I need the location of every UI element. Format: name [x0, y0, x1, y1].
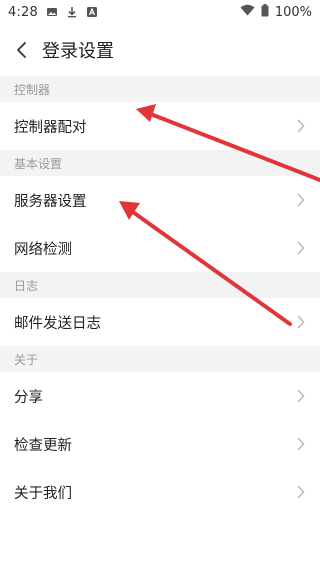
list-item-server-settings[interactable]: 服务器设置	[0, 176, 320, 224]
chevron-right-icon	[296, 437, 306, 451]
list-item-label: 邮件发送日志	[14, 315, 101, 332]
status-bar: 4:28 100%	[0, 0, 320, 24]
chevron-right-icon	[296, 241, 306, 255]
list-item-label: 分享	[14, 389, 43, 406]
list-item-check-update[interactable]: 检查更新	[0, 420, 320, 468]
list-item-label: 关于我们	[14, 485, 72, 502]
section-header-log: 日志	[0, 272, 320, 298]
wifi-icon	[240, 4, 255, 20]
list-item-controller-pairing[interactable]: 控制器配对	[0, 102, 320, 150]
settings-list: 控制器 控制器配对 基本设置 服务器设置 网络检测 日志 邮件发送日志 关于 分…	[0, 76, 320, 516]
page-title: 登录设置	[42, 41, 114, 62]
list-item-about-us[interactable]: 关于我们	[0, 468, 320, 516]
list-item-share[interactable]: 分享	[0, 372, 320, 420]
section-header-about: 关于	[0, 346, 320, 372]
download-icon	[66, 6, 78, 18]
section-header-basic: 基本设置	[0, 150, 320, 176]
list-item-label: 检查更新	[14, 437, 72, 454]
section-header-controller: 控制器	[0, 76, 320, 102]
back-button[interactable]	[4, 30, 38, 70]
battery-icon	[261, 3, 269, 21]
list-item-network-check[interactable]: 网络检测	[0, 224, 320, 272]
image-icon	[46, 6, 58, 18]
screen: 4:28 100% 登录设置 控制器 控制器配对 基本设置 服务器设置 网络检测…	[0, 0, 320, 568]
chevron-right-icon	[296, 485, 306, 499]
chevron-left-icon	[17, 42, 26, 58]
status-right: 100%	[240, 3, 312, 21]
list-item-label: 服务器设置	[14, 193, 87, 210]
status-time: 4:28	[8, 4, 38, 20]
app-header: 登录设置	[0, 24, 320, 76]
list-item-label: 控制器配对	[14, 119, 87, 136]
status-left: 4:28	[8, 5, 98, 20]
chevron-right-icon	[296, 389, 306, 403]
list-item-label: 网络检测	[14, 241, 72, 258]
chevron-right-icon	[296, 119, 306, 133]
list-item-email-log[interactable]: 邮件发送日志	[0, 298, 320, 346]
battery-percent: 100%	[274, 4, 312, 20]
app-a-icon	[86, 6, 98, 18]
chevron-right-icon	[296, 193, 306, 207]
chevron-right-icon	[296, 315, 306, 329]
